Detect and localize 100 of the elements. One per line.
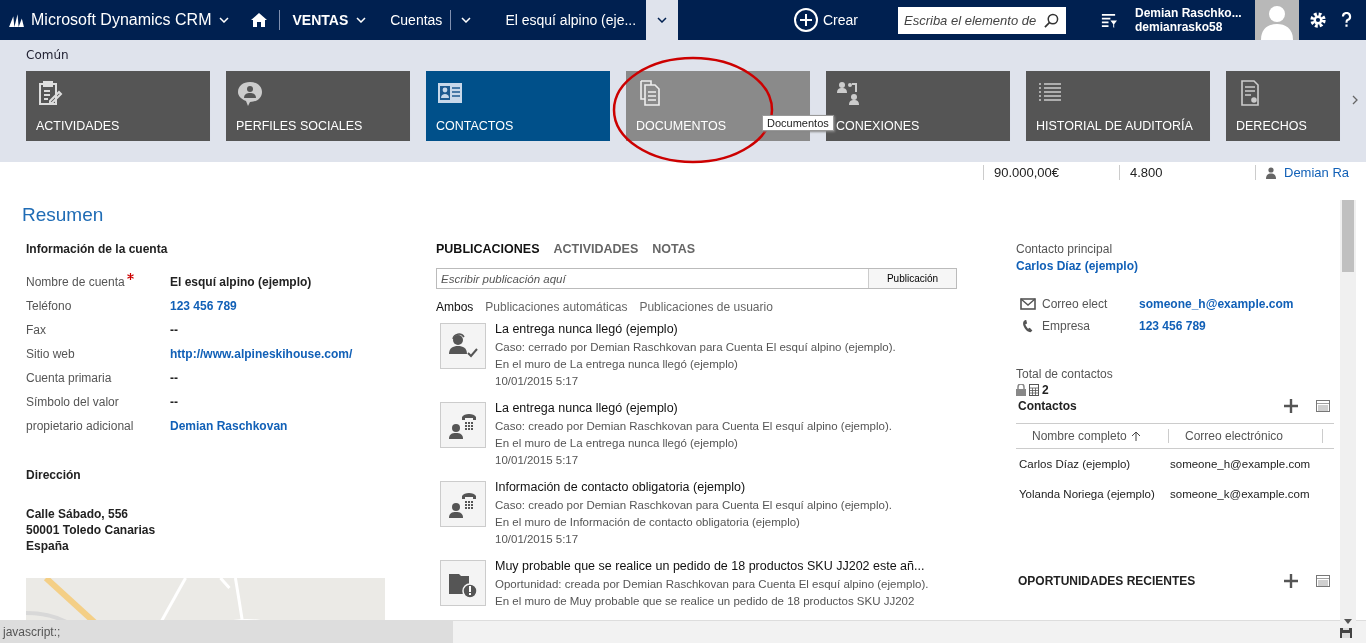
section-title: Resumen bbox=[22, 204, 105, 226]
settings-icon[interactable] bbox=[1309, 11, 1327, 29]
grid-view-icon[interactable] bbox=[1316, 574, 1330, 588]
post-time: 10/01/2015 5:17 bbox=[495, 374, 580, 389]
field-label: Contacto principal bbox=[1016, 242, 1114, 256]
filter-link[interactable]: Publicaciones automáticas bbox=[485, 300, 628, 314]
field-label: Fax bbox=[26, 323, 46, 337]
field-label: Total de contactos bbox=[1016, 367, 1114, 381]
entity-link[interactable]: Cuentas bbox=[390, 12, 443, 28]
tooltip: Documentos bbox=[762, 115, 834, 131]
tab[interactable]: PUBLICACIONES bbox=[436, 242, 540, 256]
header-field: 90.000,00€ bbox=[983, 165, 1119, 180]
grid-view-icon[interactable] bbox=[1316, 399, 1330, 413]
post-text: Caso: creado por Demian Raschkovan para Cuenta El esquí alpino (ejemplo). bbox=[495, 419, 892, 434]
calculator-icon bbox=[1029, 384, 1039, 396]
create-button[interactable]: Crear bbox=[788, 7, 864, 33]
section-heading: Información de la cuenta bbox=[26, 242, 169, 256]
field-label: Correo elect bbox=[1042, 297, 1109, 311]
nav-tile[interactable]: CONTACTOS bbox=[426, 71, 610, 141]
post-title[interactable]: La entrega nunca llegó (ejemplo) bbox=[495, 398, 892, 418]
post-time: 10/01/2015 5:17 bbox=[495, 453, 580, 468]
scroll-down-icon[interactable] bbox=[1344, 619, 1352, 624]
table-cell-text: Carlos Díaz (ejemplo) bbox=[1018, 458, 1132, 470]
scrollbar[interactable] bbox=[1340, 200, 1356, 628]
filter-link[interactable]: Ambos bbox=[436, 300, 474, 314]
search-icon[interactable] bbox=[1044, 12, 1059, 28]
field-label: Sitio web bbox=[26, 347, 75, 361]
search-field[interactable]: Escriba el elemento de bbox=[898, 6, 1066, 34]
field-link[interactable]: 123 456 789 bbox=[170, 299, 237, 313]
status-text: javascript:; bbox=[0, 621, 453, 643]
post-wall: En el muro de La entrega nunca llegó (ejemplo) bbox=[495, 436, 739, 451]
tab[interactable]: NOTAS bbox=[652, 242, 696, 256]
post-field[interactable]: Escribir publicación aquí Publicación bbox=[436, 268, 957, 289]
chevron-down-icon[interactable] bbox=[219, 17, 230, 23]
app-title[interactable]: Microsoft Dynamics CRM bbox=[31, 11, 212, 29]
nav-tile[interactable]: ACTIVIDADES bbox=[26, 71, 210, 141]
section-heading: Contactos bbox=[1018, 399, 1077, 413]
column-header[interactable]: Nombre completo bbox=[1016, 429, 1169, 443]
filter-link[interactable]: Publicaciones de usuario bbox=[639, 300, 773, 314]
table-cell: someone_h@example.com bbox=[1170, 458, 1311, 470]
post-wall: En el muro de Muy probable que se realice un pedido de 18 productos SKU JJ202 bbox=[495, 594, 916, 609]
user-phone-icon bbox=[440, 481, 486, 527]
field-link[interactable]: someone_h@example.com bbox=[1139, 297, 1294, 311]
contact-link[interactable]: Carlos Díaz (ejemplo) bbox=[1016, 259, 1334, 273]
dropdown-button[interactable] bbox=[646, 0, 679, 40]
chevron-down-icon[interactable] bbox=[356, 17, 367, 23]
scroll-thumb[interactable] bbox=[1342, 200, 1354, 272]
post-title[interactable]: Información de contacto obligatoria (ejemplo) bbox=[495, 477, 892, 497]
user-org[interactable]: demianrasko58 bbox=[1135, 20, 1255, 34]
total-count: 2 bbox=[1042, 383, 1049, 397]
home-icon[interactable] bbox=[251, 13, 268, 27]
area-menu[interactable]: VENTAS bbox=[292, 12, 349, 28]
sort-up-icon[interactable] bbox=[1130, 431, 1141, 441]
user-phone-icon bbox=[440, 402, 486, 448]
address-line: Calle Sábado, 556 bbox=[26, 506, 130, 522]
tab[interactable]: ACTIVIDADES bbox=[553, 242, 639, 256]
address-line: 50001 Toledo Canarias bbox=[26, 522, 157, 538]
chevron-down-icon bbox=[657, 17, 668, 23]
address-line: España bbox=[26, 538, 70, 554]
user-check-icon bbox=[440, 323, 486, 369]
filter-list-icon[interactable] bbox=[1100, 11, 1117, 29]
header-field: 4.800 bbox=[1119, 165, 1255, 180]
post-title[interactable]: Muy probable que se realice un pedido de 18 productos SKU JJ202 este añ... bbox=[495, 556, 929, 576]
post-text: Caso: cerrado por Demian Raschkovan para Cuenta El esquí alpino (ejemplo). bbox=[495, 340, 896, 355]
nav-tile[interactable]: DERECHOS bbox=[1226, 71, 1340, 141]
add-circle-icon bbox=[794, 8, 818, 32]
nav-tile[interactable]: HISTORIAL DE AUDITORÍA bbox=[1026, 71, 1210, 141]
field-value: El esquí alpino (ejemplo) bbox=[170, 275, 312, 289]
post-wall: En el muro de Información de contacto obligatoria (ejemplo) bbox=[495, 515, 801, 530]
field-link[interactable]: 123 456 789 bbox=[1139, 319, 1206, 333]
column-header[interactable]: Correo electrónico bbox=[1169, 429, 1323, 443]
post-wall: En el muro de La entrega nunca llegó (ejemplo) bbox=[495, 357, 739, 372]
post-title[interactable]: La entrega nunca llegó (ejemplo) bbox=[495, 319, 896, 339]
post-text: Caso: creado por Demian Raschkovan para Cuenta El esquí alpino (ejemplo). bbox=[495, 498, 892, 513]
table-cell-text: Yolanda Noriega (ejemplo) bbox=[1018, 488, 1156, 500]
section-heading: OPORTUNIDADES RECIENTES bbox=[1018, 574, 1196, 588]
group-label: Común bbox=[26, 48, 70, 64]
post-button[interactable]: Publicación bbox=[868, 269, 956, 288]
add-icon[interactable] bbox=[1284, 574, 1298, 588]
field-label: propietario adicional bbox=[26, 419, 134, 433]
field-link[interactable]: http://www.alpineskihouse.com/ bbox=[170, 347, 353, 361]
field-label: Símbolo del valor bbox=[26, 395, 119, 409]
section-heading: Dirección bbox=[26, 468, 82, 482]
field-link[interactable]: Demian Raschkovan bbox=[170, 419, 288, 433]
user-name[interactable]: Demian Raschko... bbox=[1135, 6, 1255, 20]
field-label: Nombre de cuenta bbox=[26, 275, 125, 289]
nav-tile[interactable]: PERFILES SOCIALES bbox=[226, 71, 410, 141]
chevron-right-icon[interactable] bbox=[1352, 95, 1358, 105]
envelope-icon bbox=[1020, 297, 1036, 311]
chevron-down-icon[interactable] bbox=[461, 17, 472, 23]
logo-icon bbox=[8, 12, 25, 28]
owner-link[interactable]: Demian Ra bbox=[1284, 165, 1350, 180]
help-icon[interactable] bbox=[1341, 12, 1352, 28]
folder-alert-icon bbox=[440, 560, 486, 606]
user-icon bbox=[1266, 166, 1276, 179]
add-icon[interactable] bbox=[1284, 399, 1298, 413]
field-label: Empresa bbox=[1042, 319, 1092, 333]
clipboard-edit-icon bbox=[36, 79, 64, 107]
field-label: Cuenta primaria bbox=[26, 371, 112, 385]
record-link[interactable]: El esquí alpino (eje... bbox=[505, 12, 637, 28]
